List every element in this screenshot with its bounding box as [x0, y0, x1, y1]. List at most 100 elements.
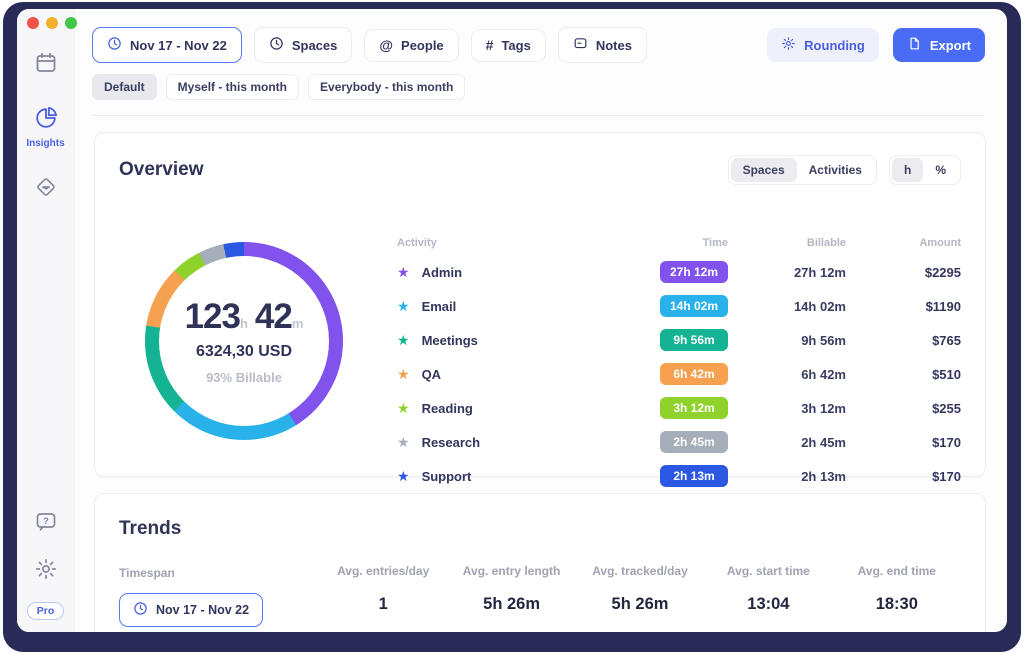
calendar-icon — [34, 51, 58, 80]
billable-value: 14h 02m — [793, 298, 846, 314]
activity-row[interactable]: ★ Research 2h 45m 2h 45m $170 — [397, 425, 961, 459]
time-badge: 2h 13m — [660, 465, 728, 487]
amount-value: $170 — [932, 468, 961, 484]
sidebar-item-help[interactable]: ? — [34, 510, 58, 539]
amount-value: $510 — [932, 366, 961, 382]
trends-title: Trends — [119, 518, 182, 539]
main-area: Nov 17 - Nov 22 Spaces @ People # Tags N… — [75, 9, 1007, 632]
pie-chart-icon — [34, 106, 58, 135]
toggle-spaces[interactable]: Spaces — [730, 158, 797, 182]
clock-icon — [269, 36, 284, 54]
activity-row[interactable]: ★ Reading 3h 12m 3h 12m $255 — [397, 391, 961, 425]
activity-star-icon: ★ — [397, 366, 410, 382]
trends-date-range-button[interactable]: Nov 17 - Nov 22 — [119, 593, 264, 627]
document-icon — [907, 36, 922, 54]
chip-default[interactable]: Default — [92, 74, 157, 100]
billable-value: 6h 42m — [801, 366, 846, 382]
time-badge: 14h 02m — [660, 295, 728, 317]
billable-value: 3h 12m — [801, 400, 846, 416]
column-header-amount: Amount — [919, 237, 961, 249]
column-header-time: Time — [702, 237, 728, 249]
at-icon: @ — [379, 37, 394, 53]
trends-card: Trends Timespan Nov 17 - Nov 22 Avg. ent… — [94, 493, 986, 632]
toolbar: Nov 17 - Nov 22 Spaces @ People # Tags N… — [75, 9, 1007, 116]
activity-row[interactable]: ★ Email 14h 02m 14h 02m $1190 — [397, 289, 961, 323]
time-badge: 6h 42m — [660, 363, 728, 385]
activities-table: Activity Time Billable Amount ★ Admin 27h… — [397, 189, 961, 493]
column-header-billable: Billable — [806, 237, 846, 249]
time-badge: 27h 12m — [660, 261, 728, 283]
time-badge: 9h 56m — [660, 329, 728, 351]
sidebar-item-label: Insights — [26, 138, 65, 149]
date-range-button[interactable]: Nov 17 - Nov 22 — [92, 27, 242, 63]
chip-myself-this-month[interactable]: Myself - this month — [165, 74, 300, 100]
metric-end-time: Avg. end time 18:30 — [857, 564, 936, 613]
activity-row[interactable]: ★ QA 6h 42m 6h 42m $510 — [397, 357, 961, 391]
time-badge: 2h 45m — [660, 431, 728, 453]
billable-value: 27h 12m — [793, 264, 846, 280]
metric-tracked-per-day: Avg. tracked/day 5h 26m — [592, 564, 688, 613]
notes-button[interactable]: Notes — [557, 27, 647, 63]
sidebar-item-settings[interactable] — [34, 557, 58, 586]
app-window: Insights ? Pro Nov 17 - Nov 22 Spaces @ … — [17, 9, 1007, 632]
activity-star-icon: ★ — [397, 332, 410, 348]
unit-toggle: h % — [888, 155, 961, 185]
activity-star-icon: ★ — [397, 264, 410, 280]
minimize-window-button[interactable] — [46, 17, 58, 29]
clock-icon — [107, 36, 122, 54]
gear-icon — [781, 36, 796, 54]
sidebar-item-calendar[interactable] — [34, 51, 58, 80]
toggle-percent[interactable]: % — [923, 158, 958, 182]
close-window-button[interactable] — [27, 17, 39, 29]
billable-value: 2h 13m — [801, 468, 846, 484]
billable-percent: 93% Billable — [206, 370, 282, 385]
billable-value: 9h 56m — [801, 332, 846, 348]
amount-value: $765 — [932, 332, 961, 348]
overview-title: Overview — [119, 159, 204, 180]
metric-entry-length: Avg. entry length 5h 26m — [462, 564, 561, 613]
help-icon: ? — [34, 510, 58, 539]
tags-button[interactable]: # Tags — [470, 28, 546, 62]
window-frame: Insights ? Pro Nov 17 - Nov 22 Spaces @ … — [3, 2, 1021, 652]
time-badge: 3h 12m — [660, 397, 728, 419]
rounding-button[interactable]: Rounding — [767, 28, 879, 62]
amount-value: $1190 — [925, 298, 961, 314]
view-toggle: Spaces Activities — [727, 155, 877, 185]
activity-star-icon: ★ — [397, 468, 410, 484]
people-button[interactable]: @ People — [364, 28, 459, 62]
comment-icon — [573, 36, 588, 54]
activity-row[interactable]: ★ Meetings 9h 56m 9h 56m $765 — [397, 323, 961, 357]
overview-card: Overview Spaces Activities h % 123h 42m … — [94, 132, 986, 487]
gear-icon — [34, 557, 58, 586]
spaces-button[interactable]: Spaces — [253, 27, 353, 63]
hash-icon: # — [485, 37, 494, 53]
toggle-activities[interactable]: Activities — [797, 158, 874, 182]
timespan-label: Timespan — [119, 566, 175, 580]
export-button[interactable]: Export — [892, 28, 985, 62]
filter-chips: Default Myself - this month Everybody - … — [92, 74, 985, 100]
sidebar-item-insights[interactable]: Insights — [26, 106, 65, 149]
donut-chart: 123h 42m 6324,30 USD 93% Billable — [145, 242, 343, 440]
svg-text:?: ? — [43, 516, 49, 527]
activity-row[interactable]: ★ Admin 27h 12m 27h 12m $2295 — [397, 255, 961, 289]
metric-start-time: Avg. start time 13:04 — [726, 564, 810, 613]
activity-star-icon: ★ — [397, 298, 410, 314]
amount-value: $2295 — [924, 264, 961, 280]
pro-badge[interactable]: Pro — [26, 602, 65, 620]
metric-entries-per-day: Avg. entries/day 1 — [337, 564, 430, 613]
sidebar: Insights ? Pro — [17, 9, 77, 632]
total-amount: 6324,30 USD — [195, 343, 293, 360]
column-header-activity: Activity — [397, 237, 437, 249]
diamond-tag-icon — [34, 175, 58, 204]
activity-row[interactable]: ★ Support 2h 13m 2h 13m $170 — [397, 459, 961, 493]
billable-value: 2h 45m — [801, 434, 846, 450]
toggle-hours[interactable]: h — [891, 158, 924, 182]
activity-star-icon: ★ — [397, 434, 410, 450]
chip-everybody-this-month[interactable]: Everybody - this month — [308, 74, 466, 100]
amount-value: $255 — [932, 400, 961, 416]
clock-icon — [133, 601, 148, 619]
amount-value: $170 — [932, 434, 961, 450]
content: Overview Spaces Activities h % 123h 42m … — [75, 116, 1007, 632]
activity-star-icon: ★ — [397, 400, 410, 416]
sidebar-item-tags[interactable] — [34, 175, 58, 204]
